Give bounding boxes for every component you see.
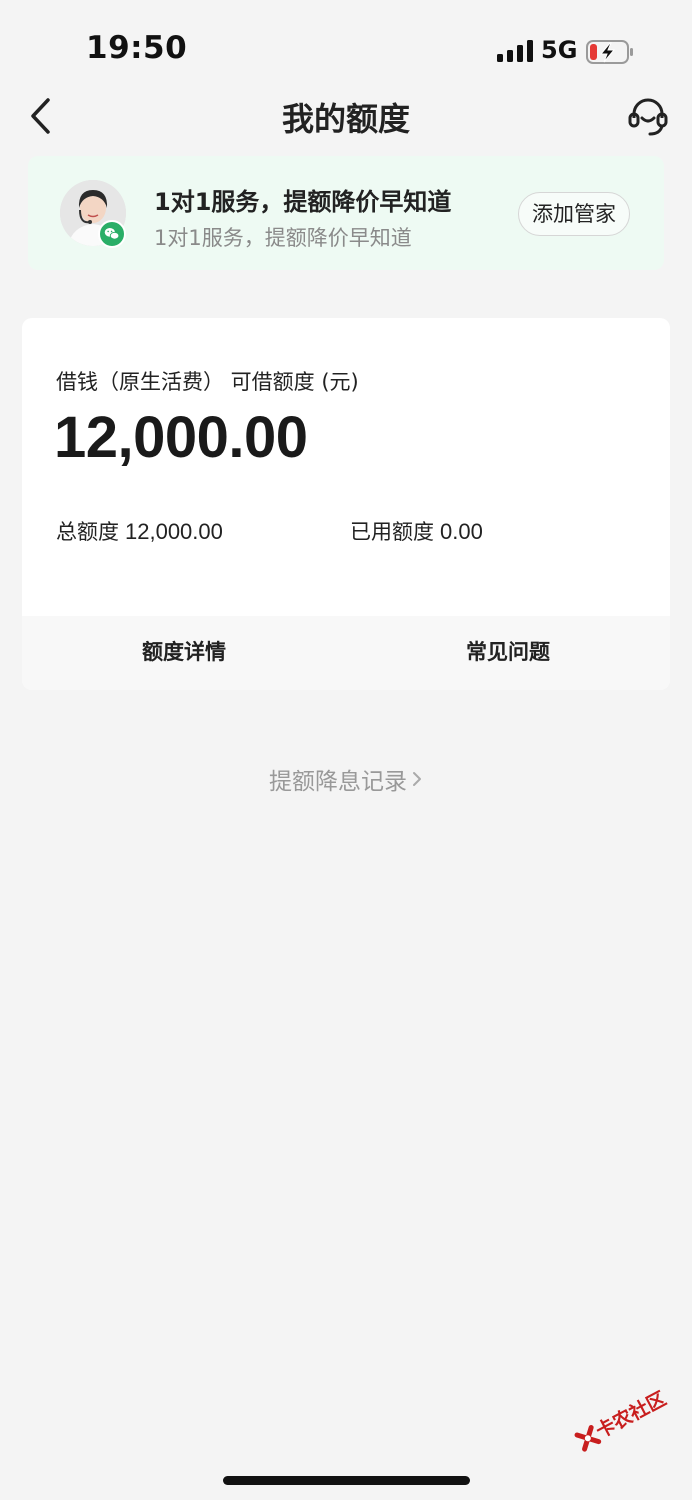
watermark: 卡农社区 [567,1378,672,1462]
wechat-icon [98,220,126,248]
used-quota-value: 0.00 [440,519,483,544]
quota-card: 借钱（原生活费） 可借额度 (元) 12,000.00 总额度 12,000.00… [22,318,670,690]
nav-bar: 我的额度 [0,86,692,146]
used-quota-label: 已用额度 [350,520,434,544]
status-time: 19:50 [86,30,188,66]
quota-record-label: 提额降息记录 [269,769,407,795]
add-manager-button[interactable]: 添加管家 [518,192,630,236]
watermark-text: 卡农社区 [592,1387,670,1443]
total-quota: 总额度 12,000.00 [56,516,223,546]
quota-details-button[interactable]: 额度详情 [22,616,346,690]
banner-subtitle: 1对1服务，提额降价早知道 [154,226,412,250]
page-title: 我的额度 [281,100,410,138]
faq-button[interactable]: 常见问题 [346,616,670,690]
battery-charging-icon [586,40,633,64]
available-quota-label: 借钱（原生活费） 可借额度 (元) [56,370,359,394]
headset-icon[interactable] [626,94,670,138]
home-indicator[interactable] [223,1476,470,1485]
banner-title: 1对1服务，提额降价早知道 [154,188,452,216]
available-quota-value: 12,000.00 [54,405,308,470]
chevron-right-icon [413,772,421,786]
card-footer: 额度详情 常见问题 [22,616,670,690]
total-quota-value: 12,000.00 [125,519,223,544]
used-quota: 已用额度 0.00 [350,516,483,546]
status-bar: 19:50 5G [0,0,692,100]
quota-record-link[interactable]: 提额降息记录 [0,762,692,796]
total-quota-label: 总额度 [56,520,119,544]
network-label: 5G [541,36,578,64]
signal-icon [497,40,533,62]
service-banner[interactable]: 1对1服务，提额降价早知道 1对1服务，提额降价早知道 添加管家 [28,156,664,270]
